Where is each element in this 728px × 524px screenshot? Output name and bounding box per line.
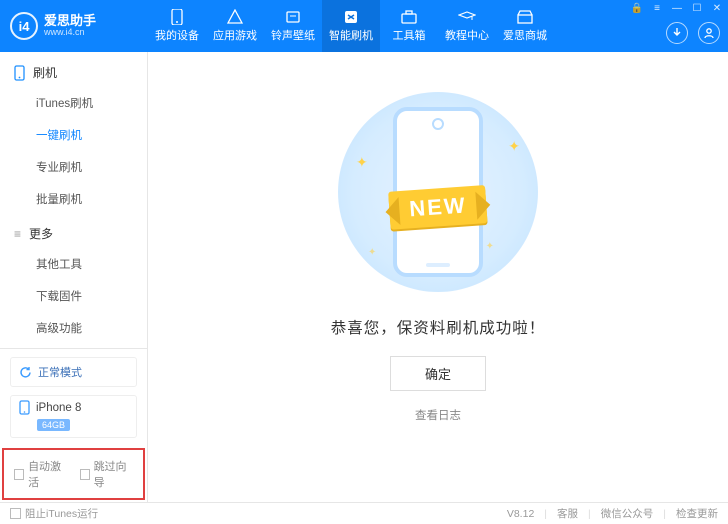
checkbox-label: 自动激活 bbox=[28, 458, 67, 490]
storage-badge: 64GB bbox=[37, 419, 70, 431]
app-header: i4 爱思助手 www.i4.cn 我的设备 应用游戏 铃声壁纸 智能刷机 工具… bbox=[0, 0, 728, 52]
nav-label: 铃声壁纸 bbox=[271, 27, 315, 43]
nav-store[interactable]: 爱思商城 bbox=[496, 0, 554, 52]
header-right-buttons bbox=[666, 22, 720, 44]
device-icon bbox=[168, 9, 186, 25]
success-message: 恭喜您，保资料刷机成功啦！ bbox=[331, 316, 546, 338]
checkbox-label: 阻止iTunes运行 bbox=[25, 506, 98, 521]
checkbox-icon bbox=[14, 469, 24, 480]
logo-icon: i4 bbox=[10, 12, 38, 40]
logo-area: i4 爱思助手 www.i4.cn bbox=[0, 12, 148, 40]
check-update-link[interactable]: 检查更新 bbox=[676, 506, 718, 521]
sidebar-item-pro-flash[interactable]: 专业刷机 bbox=[0, 151, 147, 183]
nav-label: 教程中心 bbox=[445, 27, 489, 43]
sidebar-item-itunes-flash[interactable]: iTunes刷机 bbox=[0, 87, 147, 119]
lock-icon[interactable]: 🔒 bbox=[630, 2, 644, 14]
close-icon[interactable]: ✕ bbox=[710, 2, 724, 14]
device-name: iPhone 8 bbox=[36, 402, 81, 414]
nav-my-device[interactable]: 我的设备 bbox=[148, 0, 206, 52]
brand-url: www.i4.cn bbox=[44, 28, 96, 38]
tutorial-icon bbox=[458, 9, 476, 25]
group-title: 更多 bbox=[29, 225, 53, 242]
support-link[interactable]: 客服 bbox=[557, 506, 578, 521]
success-illustration: NEW ✦ ✦ ✦ ✦ bbox=[338, 92, 538, 292]
mode-button[interactable]: 正常模式 bbox=[10, 357, 137, 387]
sparkle-icon: ✦ bbox=[508, 138, 520, 155]
checkbox-skip-guide[interactable]: 跳过向导 bbox=[80, 458, 134, 490]
nav-tutorials[interactable]: 教程中心 bbox=[438, 0, 496, 52]
nav-smart-flash[interactable]: 智能刷机 bbox=[322, 0, 380, 52]
activation-checks-highlight: 自动激活 跳过向导 bbox=[2, 448, 145, 500]
checkbox-label: 跳过向导 bbox=[94, 458, 133, 490]
brand-name: 爱思助手 bbox=[44, 14, 96, 28]
apps-icon bbox=[226, 9, 244, 25]
toolbox-icon bbox=[400, 9, 418, 25]
sidebar-item-other-tools[interactable]: 其他工具 bbox=[0, 248, 147, 280]
sidebar-bottom: 正常模式 iPhone 8 64GB bbox=[0, 348, 147, 446]
user-button[interactable] bbox=[698, 22, 720, 44]
nav-label: 工具箱 bbox=[393, 27, 426, 43]
status-bar: 阻止iTunes运行 V8.12 | 客服 | 微信公众号 | 检查更新 bbox=[0, 502, 728, 524]
sparkle-icon: ✦ bbox=[486, 241, 494, 252]
ok-button[interactable]: 确定 bbox=[390, 356, 486, 391]
sidebar-item-advanced[interactable]: 高级功能 bbox=[0, 312, 147, 344]
nav-label: 智能刷机 bbox=[329, 27, 373, 43]
nav-label: 我的设备 bbox=[155, 27, 199, 43]
group-title: 刷机 bbox=[33, 64, 57, 81]
nav-label: 爱思商城 bbox=[503, 27, 547, 43]
checkbox-icon bbox=[10, 508, 21, 519]
version-label: V8.12 bbox=[507, 508, 534, 520]
nav-ringtones[interactable]: 铃声壁纸 bbox=[264, 0, 322, 52]
sidebar: 刷机 iTunes刷机 一键刷机 专业刷机 批量刷机 ≡ 更多 其他工具 下载固… bbox=[0, 52, 148, 502]
top-nav: 我的设备 应用游戏 铃声壁纸 智能刷机 工具箱 教程中心 爱思商城 bbox=[148, 0, 554, 52]
sidebar-group-more[interactable]: ≡ 更多 bbox=[0, 215, 147, 248]
refresh-icon bbox=[19, 366, 32, 379]
main-content: NEW ✦ ✦ ✦ ✦ 恭喜您，保资料刷机成功啦！ 确定 查看日志 bbox=[148, 52, 728, 502]
minimize-icon[interactable]: — bbox=[670, 2, 684, 14]
checkbox-block-itunes[interactable]: 阻止iTunes运行 bbox=[10, 506, 98, 521]
sidebar-group-flash[interactable]: 刷机 bbox=[0, 54, 147, 87]
wechat-link[interactable]: 微信公众号 bbox=[601, 506, 654, 521]
new-ribbon: NEW bbox=[388, 185, 488, 230]
nav-label: 应用游戏 bbox=[213, 27, 257, 43]
download-button[interactable] bbox=[666, 22, 688, 44]
ringtone-icon bbox=[284, 9, 302, 25]
phone-icon bbox=[14, 65, 25, 81]
checkbox-auto-activate[interactable]: 自动激活 bbox=[14, 458, 68, 490]
more-icon: ≡ bbox=[14, 227, 21, 241]
sparkle-icon: ✦ bbox=[368, 247, 376, 258]
sidebar-item-onekey-flash[interactable]: 一键刷机 bbox=[0, 119, 147, 151]
nav-toolbox[interactable]: 工具箱 bbox=[380, 0, 438, 52]
sidebar-item-batch-flash[interactable]: 批量刷机 bbox=[0, 183, 147, 215]
sparkle-icon: ✦ bbox=[356, 154, 368, 171]
view-log-link[interactable]: 查看日志 bbox=[415, 407, 461, 423]
checkbox-icon bbox=[80, 469, 90, 480]
logo-text: 爱思助手 www.i4.cn bbox=[44, 14, 96, 38]
maximize-icon[interactable]: ☐ bbox=[690, 2, 704, 14]
nav-apps-games[interactable]: 应用游戏 bbox=[206, 0, 264, 52]
sidebar-item-download-firmware[interactable]: 下载固件 bbox=[0, 280, 147, 312]
menu-icon[interactable]: ≡ bbox=[650, 2, 664, 14]
store-icon bbox=[516, 9, 534, 25]
flash-icon bbox=[342, 9, 360, 25]
window-controls: 🔒 ≡ — ☐ ✕ bbox=[630, 2, 724, 14]
device-phone-icon bbox=[19, 400, 30, 415]
mode-label: 正常模式 bbox=[38, 364, 82, 380]
device-card[interactable]: iPhone 8 64GB bbox=[10, 395, 137, 438]
